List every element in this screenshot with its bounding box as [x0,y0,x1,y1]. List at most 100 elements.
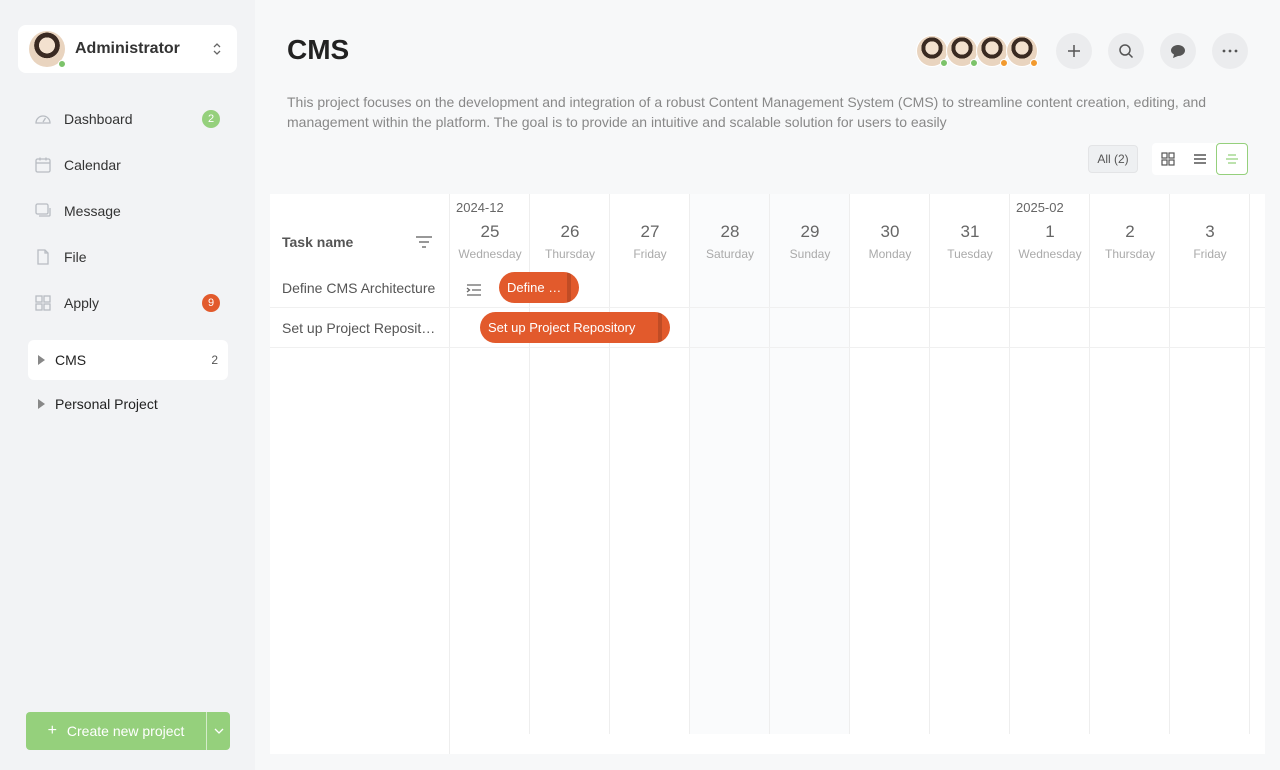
day-name: Thursday [1104,247,1156,261]
project-item-personal[interactable]: Personal Project [28,384,228,424]
day-number: 27 [640,222,660,241]
member-avatar[interactable] [946,35,978,67]
day-number: 31 [960,222,980,241]
page-title: CMS [287,34,350,65]
main-content: CMS This project focuses on the developm… [255,0,1280,770]
more-icon [1222,49,1238,53]
task-bar[interactable]: Define … [499,272,579,303]
day-number: 25 [480,222,500,241]
dashboard-badge: 2 [202,110,220,128]
grid-icon [1161,152,1175,166]
search-icon [1119,44,1134,59]
day-column: 3 Friday [1170,194,1250,734]
user-switcher[interactable]: Administrator [18,25,237,73]
task-name: Define CMS Architecture [282,279,436,296]
user-name: Administrator [75,40,180,57]
project-item-cms[interactable]: CMS 2 [28,340,228,380]
project-count: 2 [211,353,218,367]
member-avatars[interactable] [916,35,1038,67]
gantt-icon [1226,154,1238,164]
day-name: Saturday [705,247,755,261]
day-number: 28 [720,222,740,241]
project-label: Personal Project [55,396,158,412]
project-label: CMS [55,352,87,368]
project-list: CMS 2 Personal Project [28,340,228,428]
day-column-weekend: 29 Sunday [770,194,850,734]
list-view-button[interactable] [1184,143,1216,175]
day-name: Friday [1193,247,1227,261]
day-number: 26 [560,222,580,241]
create-project-label: Create new project [66,723,185,739]
day-name: Wednesday [1018,247,1082,261]
chat-button[interactable] [1160,33,1196,69]
day-column: 2 Thursday [1090,194,1170,734]
gantt-view-button[interactable] [1216,143,1248,175]
resize-handle[interactable] [567,272,571,303]
apply-badge: 9 [202,294,220,312]
search-button[interactable] [1108,33,1144,69]
message-icon [34,202,52,220]
more-button[interactable] [1212,33,1248,69]
day-number: 1 [1045,222,1055,241]
day-name: Sunday [789,247,831,261]
task-column: Task name Define CMS Architecture Set up… [270,194,450,754]
member-avatar[interactable] [976,35,1008,67]
plus-icon: + [47,722,57,739]
day-name: Wednesday [458,247,522,261]
task-name: Set up Project Reposit… [282,319,436,336]
task-bar-label: Set up Project Repository [488,320,636,335]
grid-view-button[interactable] [1152,143,1184,175]
chat-icon [1171,45,1185,58]
day-number: 30 [880,222,900,241]
day-name: Thursday [544,247,596,261]
day-column: 31 Tuesday [930,194,1010,734]
month-label: 2025-02 [1016,200,1064,215]
nav-label: Calendar [64,157,121,173]
nav-item-file[interactable]: File [28,234,228,280]
task-row[interactable]: Define CMS Architecture [270,268,450,308]
user-avatar [29,31,66,68]
resize-handle[interactable] [658,312,662,343]
create-project-main[interactable]: + Create new project [26,712,206,750]
indent-icon[interactable] [466,283,482,297]
nav-item-message[interactable]: Message [28,188,228,234]
expand-triangle-icon[interactable] [38,355,45,365]
day-name: Tuesday [947,247,993,261]
list-icon [1194,154,1206,164]
task-row[interactable]: Set up Project Reposit… [270,308,450,348]
day-name: Friday [633,247,667,261]
expand-triangle-icon[interactable] [38,399,45,409]
dashboard-icon [34,110,52,128]
nav-label: Apply [64,295,100,311]
add-button[interactable] [1056,33,1092,69]
apps-icon [34,294,52,312]
nav-item-apply[interactable]: Apply 9 [28,280,228,326]
row-divider [450,347,1265,348]
calendar-icon [34,156,52,174]
task-name-header: Task name [282,234,354,250]
task-bar[interactable]: Set up Project Repository [480,312,670,343]
day-number: 29 [800,222,820,241]
month-label: 2024-12 [456,200,504,215]
day-column: 30 Monday [850,194,930,734]
nav-item-calendar[interactable]: Calendar [28,142,228,188]
day-number: 3 [1205,222,1215,241]
file-icon [34,248,52,266]
sidebar: Administrator Dashboard 2 Calendar Messa… [0,0,255,770]
nav-item-dashboard[interactable]: Dashboard 2 [28,96,228,142]
day-column: 2025-02 1 Wednesday [1010,194,1090,734]
project-description: This project focuses on the development … [287,94,1207,130]
plus-icon [1068,45,1080,57]
nav-label: Dashboard [64,111,133,127]
member-avatar[interactable] [1006,35,1038,67]
day-name: Monday [868,247,912,261]
nav-label: File [64,249,87,265]
main-nav: Dashboard 2 Calendar Message File Apply … [28,96,228,326]
nav-label: Message [64,203,121,219]
filter-all-chip[interactable]: All (2) [1088,145,1138,173]
create-project-dropdown[interactable] [206,712,230,750]
gantt-chart: Task name Define CMS Architecture Set up… [270,194,1265,754]
chevron-down-icon [214,728,223,734]
member-avatar[interactable] [916,35,948,67]
filter-icon[interactable] [415,234,433,250]
